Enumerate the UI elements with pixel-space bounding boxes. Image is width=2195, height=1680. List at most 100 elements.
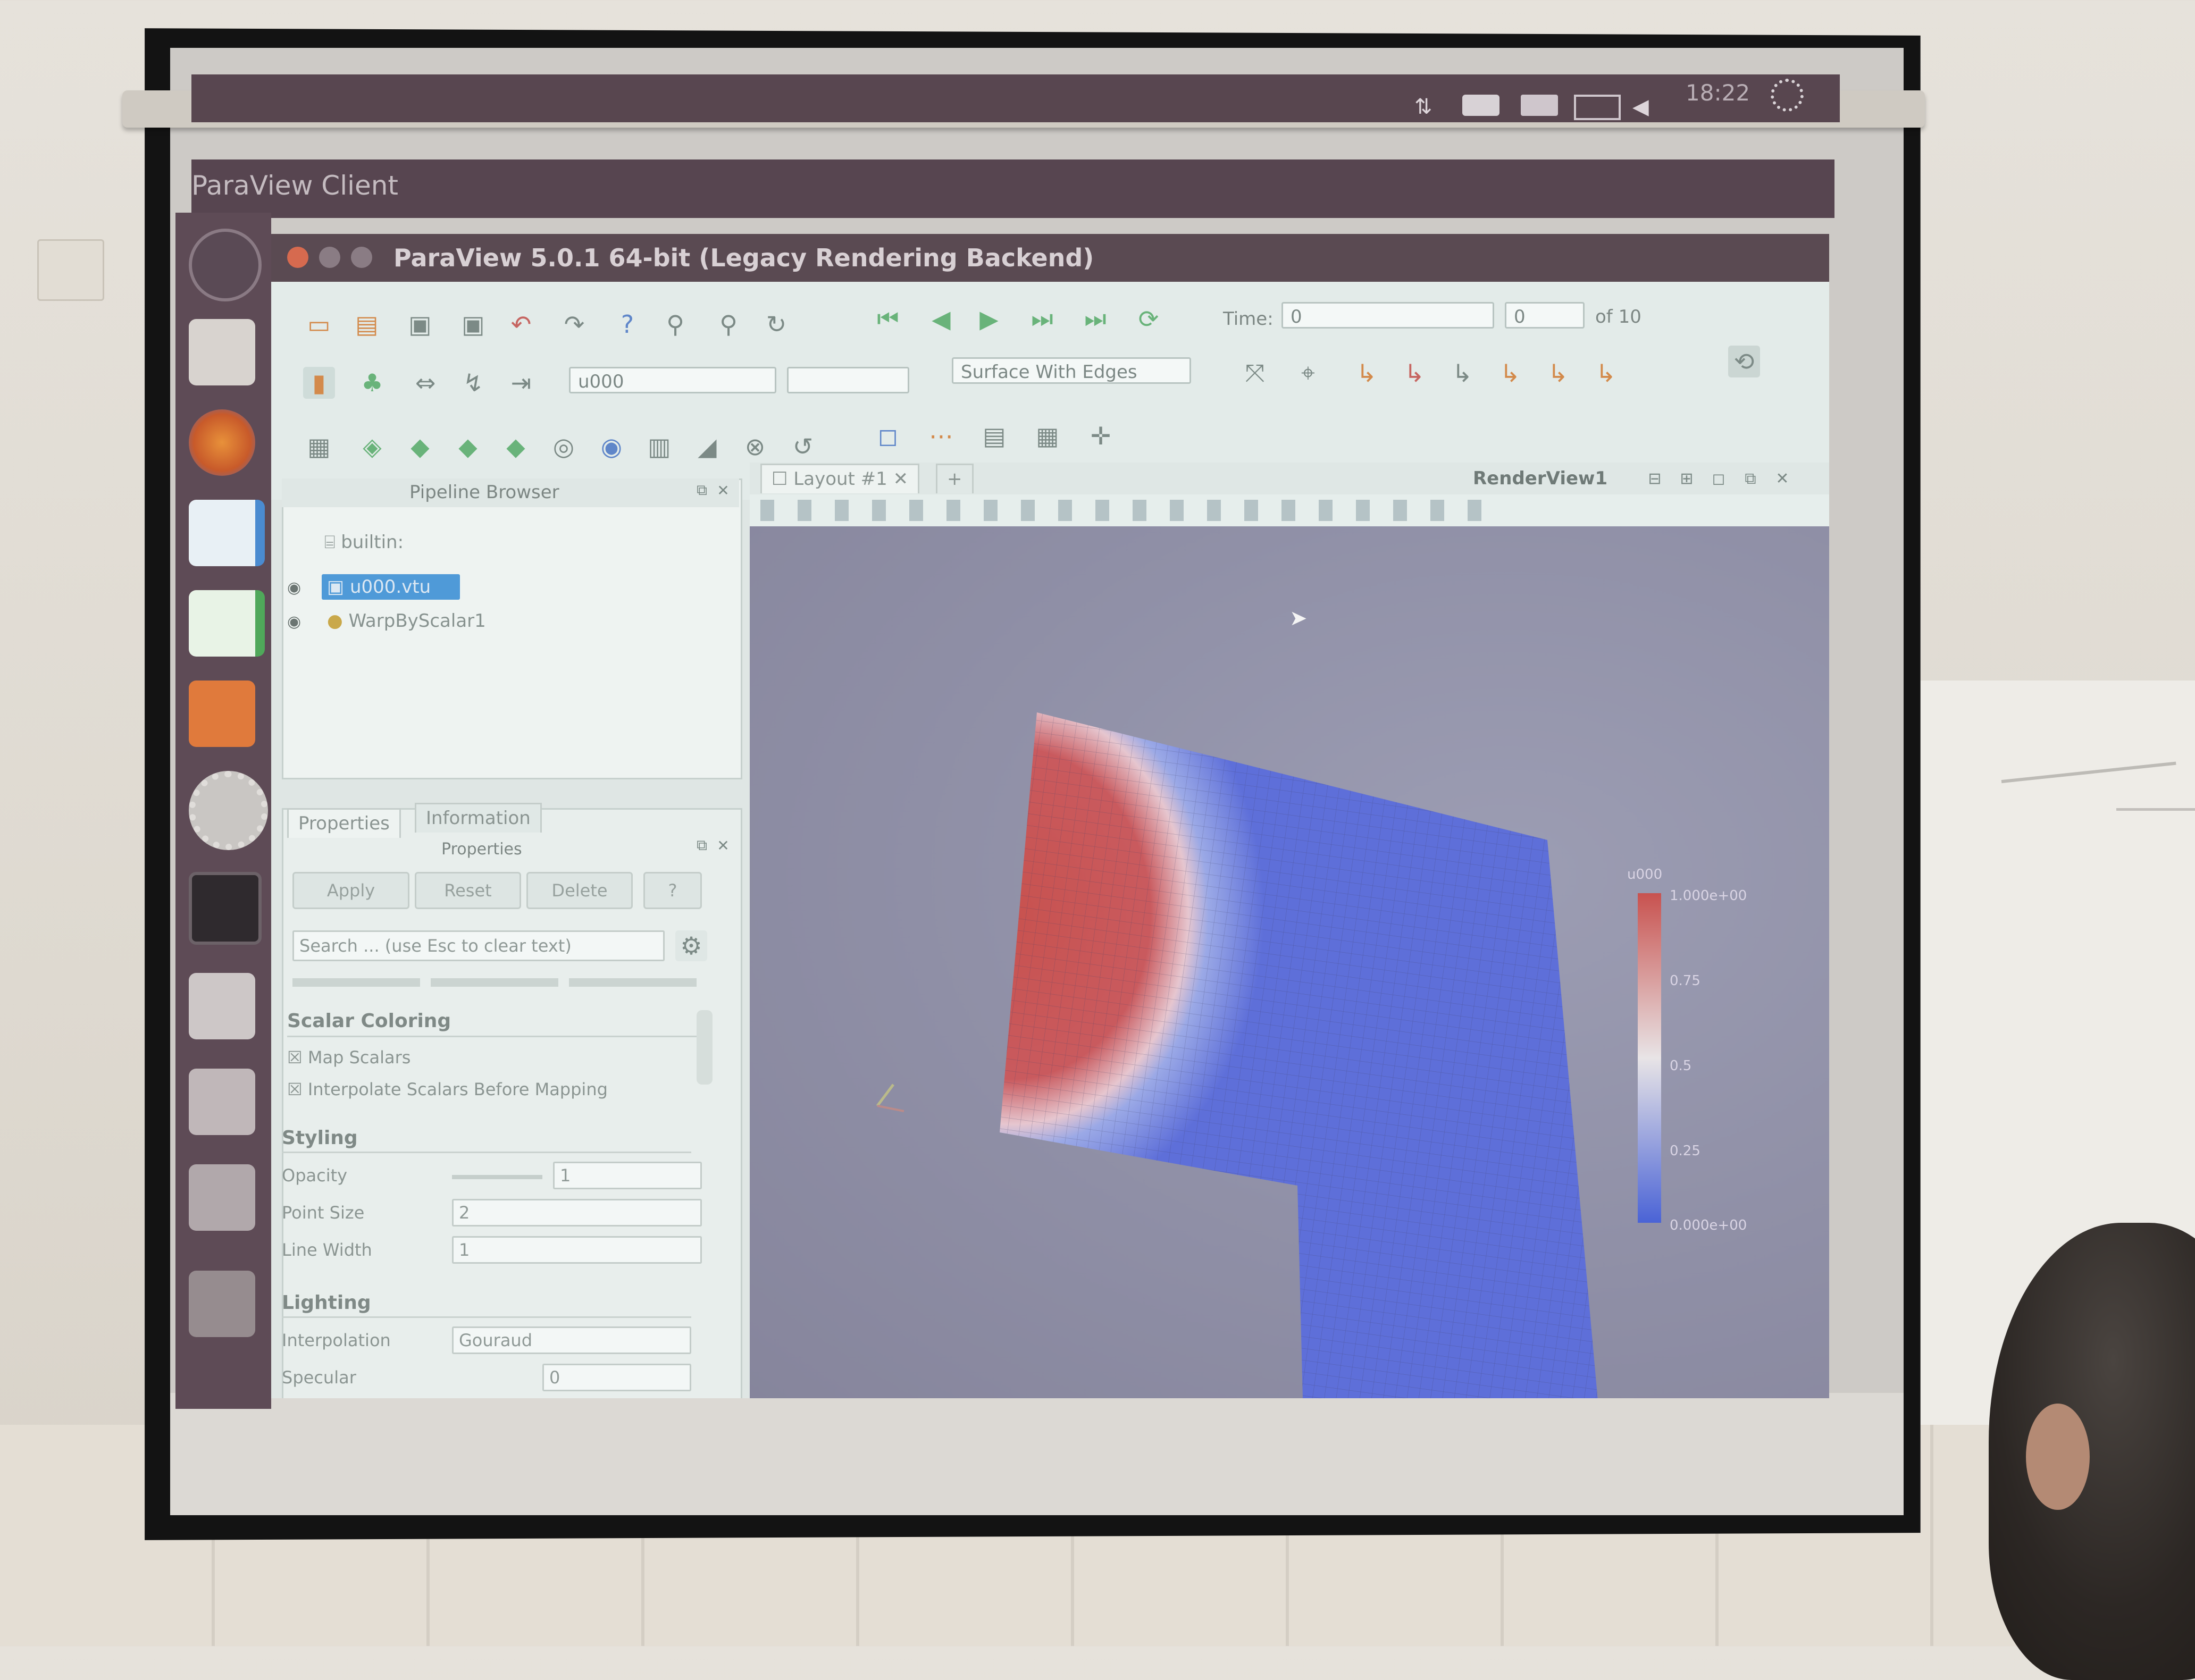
pipeline-item-source[interactable]: ▣ u000.vtu [327,576,431,598]
zoom-to-data-icon[interactable]: ⌖ [1292,357,1324,389]
close-window-button[interactable] [287,247,308,268]
advanced-properties-gear-icon[interactable]: ⚙ [675,930,707,961]
reset-camera-icon[interactable]: ⤧ [1239,357,1271,389]
workspace-icon[interactable] [189,973,255,1039]
tab-layout-1[interactable]: ☐ Layout #1 ✕ [760,464,920,493]
pipeline-item-builtin[interactable]: ⌸ builtin: [324,532,404,553]
warp-by-vector-icon[interactable]: ◢ [691,431,723,463]
select-points-icon[interactable]: ⋯ [925,420,957,452]
software-center-icon[interactable] [189,681,255,747]
undo-icon[interactable]: ↶ [505,308,537,340]
group-datasets-icon[interactable]: ⊗ [739,431,771,463]
tab-properties[interactable]: Properties [287,808,401,838]
extract-level-icon[interactable]: ↺ [787,431,819,463]
undock-icon[interactable]: ⧉ [691,835,713,856]
map-scalars-checkbox[interactable]: ☒ Map Scalars [287,1047,410,1068]
apply-button[interactable]: Apply [292,872,409,909]
select-frustum-icon[interactable]: ▤ [978,420,1010,452]
set-view-direction-x-icon[interactable]: ↳ [1351,357,1383,389]
slice-icon[interactable]: ◆ [452,431,484,463]
specular-field[interactable]: 0 [542,1364,691,1391]
network-icon[interactable]: ⇅ [1414,95,1436,119]
next-frame-icon[interactable]: ⏭ [1026,303,1058,335]
undock-icon[interactable]: ⧉ [691,480,713,501]
time-field[interactable]: 0 [1281,302,1494,329]
minimize-window-button[interactable] [319,247,340,268]
glyph-icon[interactable]: ◉ [596,431,627,463]
help-icon[interactable]: ? [611,308,643,340]
opacity-field[interactable]: 1 [553,1162,702,1189]
system-gear-icon[interactable] [1771,79,1804,112]
terminal-icon[interactable] [189,872,262,945]
rotate-view-icon[interactable]: ⟲ [1728,346,1760,377]
interpolate-scalars-checkbox[interactable]: ☒ Interpolate Scalars Before Mapping [287,1079,608,1099]
contour-icon[interactable]: ◈ [356,431,388,463]
pipeline-item-warp[interactable]: ● WarpByScalar1 [327,610,486,632]
volume-icon[interactable]: ◀ [1632,95,1654,119]
first-frame-icon[interactable]: ⏮ [872,303,904,335]
save-data-icon[interactable]: ▣ [404,308,436,340]
render-view-tool-icons[interactable] [760,500,1505,521]
restore-view-icon[interactable]: ⧉ [1739,467,1762,490]
maximize-window-button[interactable] [351,247,372,268]
keyboard-icon[interactable] [1462,95,1499,116]
eye-icon[interactable]: ◉ [287,612,301,631]
workspace-icon[interactable] [189,1164,255,1231]
component-select[interactable] [787,367,909,393]
time-step-spinbox[interactable]: 0 [1505,302,1585,329]
stream-tracer-icon[interactable]: ▥ [643,431,675,463]
set-view-direction-y-icon[interactable]: ↳ [1446,357,1478,389]
loop-icon[interactable]: ⟳ [1133,303,1164,335]
delete-button[interactable]: Delete [526,872,633,909]
select-cells-icon[interactable]: ◻ [872,420,904,452]
reset-button[interactable]: Reset [415,872,521,909]
maximize-view-icon[interactable]: ◻ [1707,467,1730,490]
mail-icon[interactable] [1521,95,1558,116]
select-block-icon[interactable]: ▦ [1032,420,1063,452]
interpolation-select[interactable]: Gouraud [452,1326,691,1354]
set-view-direction-minus-x-icon[interactable]: ↳ [1398,357,1430,389]
split-horizontal-icon[interactable]: ⊟ [1643,467,1666,490]
opacity-slider[interactable] [452,1175,542,1179]
properties-search-input[interactable]: Search ... (use Esc to clear text) [292,930,665,961]
eye-icon[interactable]: ◉ [287,578,301,597]
line-width-field[interactable]: 1 [452,1236,702,1264]
battery-icon[interactable] [1574,95,1621,120]
play-icon[interactable]: ▶ [973,303,1005,335]
set-view-direction-z-icon[interactable]: ↳ [1542,357,1574,389]
calculator-icon[interactable]: ▦ [303,431,335,463]
last-frame-icon[interactable]: ⏭ [1079,303,1111,335]
rescale-temporal-icon[interactable]: ⇥ [505,367,537,399]
clip-icon[interactable]: ◆ [404,431,436,463]
trash-icon[interactable] [189,1271,255,1337]
color-array-select[interactable]: u000 [569,367,776,393]
close-panel-icon[interactable]: ✕ [713,480,734,501]
workspace-icon[interactable] [189,1069,255,1135]
ubuntu-icon[interactable] [189,229,262,301]
clock[interactable]: 18:22 [1686,80,1750,106]
recent-files-icon[interactable]: ▤ [351,308,383,340]
previous-frame-icon[interactable]: ◀ [925,303,957,335]
point-size-field[interactable]: 2 [452,1199,702,1227]
set-view-direction-minus-z-icon[interactable]: ↳ [1590,357,1622,389]
edit-color-map-icon[interactable]: ♣ [356,367,388,399]
close-view-icon[interactable]: ✕ [1771,467,1794,490]
writer-icon[interactable] [189,500,265,566]
save-state-icon[interactable]: ▣ [457,308,489,340]
set-view-direction-minus-y-icon[interactable]: ↳ [1494,357,1526,389]
close-panel-icon[interactable]: ✕ [713,835,734,856]
toggle-color-legend-icon[interactable]: ▮ [303,367,335,399]
reset-session-icon[interactable]: ↻ [760,308,792,340]
tab-information[interactable]: Information [415,803,542,833]
settings-icon[interactable] [189,771,268,850]
split-vertical-icon[interactable]: ⊞ [1675,467,1698,490]
properties-scrollbar[interactable] [697,1010,713,1085]
close-tab-icon[interactable]: ✕ [887,468,909,490]
disconnect-icon[interactable]: ⚲ [713,308,744,340]
calc-icon[interactable] [189,590,265,657]
render-view[interactable]: ➤ u000 1.000e+00 0.75 0.5 0.25 0.000e+00 [750,526,1829,1398]
add-layout-tab[interactable]: + [936,464,974,493]
extract-subset-icon[interactable]: ◎ [548,431,580,463]
redo-icon[interactable]: ↷ [558,308,590,340]
representation-select[interactable]: Surface With Edges [952,357,1191,384]
